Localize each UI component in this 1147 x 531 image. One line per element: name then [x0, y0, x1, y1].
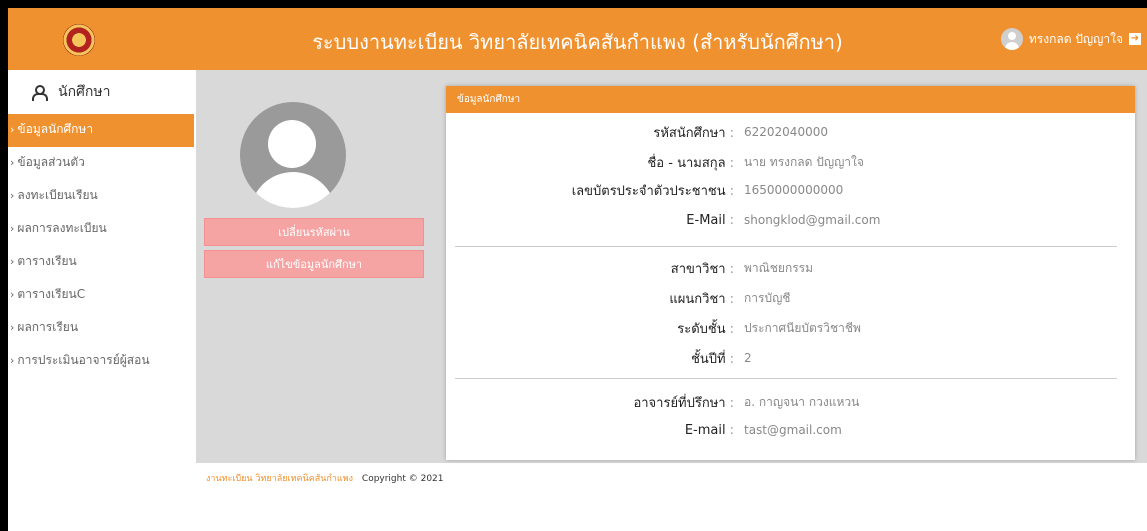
sidebar-item-register[interactable]: › ลงทะเบียนเรียน — [8, 180, 194, 213]
field-label: E-Mail — [686, 212, 726, 228]
app-title: ระบบงานทะเบียน วิทยาลัยเทคนิคสันกำแพง (ส… — [312, 30, 843, 54]
user-menu[interactable]: ทรงกลด ปัญญาใจ ➜ — [1000, 28, 1141, 50]
sidebar-heading: นักศึกษา — [8, 70, 194, 114]
field-label: รหัสนักศึกษา — [653, 125, 726, 141]
field-label: ระดับชั้น — [677, 321, 726, 337]
sidebar-item-personal-info[interactable]: › ข้อมูลส่วนตัว — [8, 147, 194, 180]
sidebar-item-student-info[interactable]: › ข้อมูลนักศึกษา — [8, 114, 194, 147]
info-row-advisor-email: E-mail: tast@gmail.com — [684, 422, 842, 438]
info-row-major: สาขาวิชา: พาณิชยกรรม — [670, 260, 814, 277]
info-row-year: ชั้นปีที่: 2 — [691, 351, 752, 367]
field-value: tast@gmail.com — [744, 423, 842, 437]
chevron-right-icon: › — [10, 156, 15, 169]
section-divider — [455, 246, 1117, 247]
sidebar-item-timetable[interactable]: › ตารางเรียน — [8, 246, 194, 279]
field-value: 2 — [744, 351, 752, 365]
change-password-button[interactable]: เปลี่ยนรหัสผ่าน — [204, 218, 424, 246]
footer-org: งานทะเบียน วิทยาลัยเทคนิคสันกำแพง — [206, 474, 354, 484]
info-row-department: แผนกวิชา: การบัญชี — [669, 290, 791, 307]
field-value: ประกาศนียบัตรวิชาชีพ — [744, 320, 861, 335]
sidebar-heading-label: นักศึกษา — [58, 84, 111, 100]
person-icon — [32, 85, 48, 101]
card-title: ข้อมูลนักศึกษา — [446, 86, 1135, 113]
info-row-national-id: เลขบัตรประจำตัวประชาชน: 1650000000000 — [571, 183, 844, 199]
field-value: shongklod@gmail.com — [744, 213, 881, 227]
sidebar-item-teacher-evaluation[interactable]: › การประเมินอาจารย์ผู้สอน — [8, 345, 194, 378]
chevron-right-icon: › — [10, 354, 15, 367]
field-label: ชื่อ - นามสกุล — [647, 155, 726, 171]
sidebar-item-timetable-c[interactable]: › ตารางเรียนC — [8, 279, 194, 312]
edit-student-info-button[interactable]: แก้ไขข้อมูลนักศึกษา — [204, 250, 424, 278]
field-label: แผนกวิชา — [669, 291, 726, 307]
info-row-student-id: รหัสนักศึกษา: 62202040000 — [653, 125, 828, 141]
app-frame: ระบบงานทะเบียน วิทยาลัยเทคนิคสันกำแพง (ส… — [8, 8, 1147, 531]
field-label: อาจารย์ที่ปรึกษา — [633, 395, 726, 411]
field-value: อ. กาญจนา กวงแหวน — [744, 394, 860, 409]
chevron-right-icon: › — [10, 288, 15, 301]
footer-copyright: Copyright © 2021 — [361, 474, 444, 484]
field-label: เลขบัตรประจำตัวประชาชน — [571, 183, 726, 199]
profile-photo-placeholder-icon — [240, 102, 346, 208]
chevron-right-icon: › — [10, 189, 15, 202]
logout-icon[interactable]: ➜ — [1129, 33, 1141, 45]
top-header-bar: ระบบงานทะเบียน วิทยาลัยเทคนิคสันกำแพง (ส… — [8, 8, 1147, 70]
field-value: 1650000000000 — [744, 183, 844, 197]
sidebar-item-grades[interactable]: › ผลการเรียน — [8, 312, 194, 345]
chevron-right-icon: › — [10, 123, 15, 136]
field-label: สาขาวิชา — [670, 261, 726, 277]
chevron-right-icon: › — [10, 255, 15, 268]
field-value: พาณิชยกรรม — [744, 260, 814, 275]
sidebar: นักศึกษา › ข้อมูลนักศึกษา › ข้อมูลส่วนตัว … — [8, 70, 194, 531]
footer: งานทะเบียน วิทยาลัยเทคนิคสันกำแพง Copyri… — [206, 471, 444, 485]
section-divider — [455, 378, 1117, 379]
chevron-right-icon: › — [10, 321, 15, 334]
field-value: การบัญชี — [744, 290, 791, 305]
user-name: ทรงกลด ปัญญาใจ — [1028, 31, 1123, 46]
info-row-level: ระดับชั้น: ประกาศนียบัตรวิชาชีพ — [677, 320, 861, 337]
user-avatar-icon — [1000, 28, 1023, 50]
info-row-full-name: ชื่อ - นามสกุล: นาย ทรงกลด ปัญญาใจ — [647, 154, 864, 171]
field-value: นาย ทรงกลด ปัญญาใจ — [744, 154, 864, 169]
sidebar-item-register-result[interactable]: › ผลการลงทะเบียน — [8, 213, 194, 246]
field-label: ชั้นปีที่ — [691, 351, 726, 367]
student-info-card: ข้อมูลนักศึกษา รหัสนักศึกษา: 62202040000… — [446, 86, 1135, 460]
info-row-email: E-Mail: shongklod@gmail.com — [686, 212, 881, 228]
sidebar-menu: › ข้อมูลนักศึกษา › ข้อมูลส่วนตัว › ลงทะเบีย… — [8, 114, 194, 378]
info-row-advisor: อาจารย์ที่ปรึกษา: อ. กาญจนา กวงแหวน — [633, 394, 860, 411]
main-content: เปลี่ยนรหัสผ่าน แก้ไขข้อมูลนักศึกษา ข้อม… — [196, 70, 1147, 463]
field-label: E-mail — [684, 422, 726, 438]
chevron-right-icon: › — [10, 222, 15, 235]
field-value: 62202040000 — [744, 125, 828, 139]
